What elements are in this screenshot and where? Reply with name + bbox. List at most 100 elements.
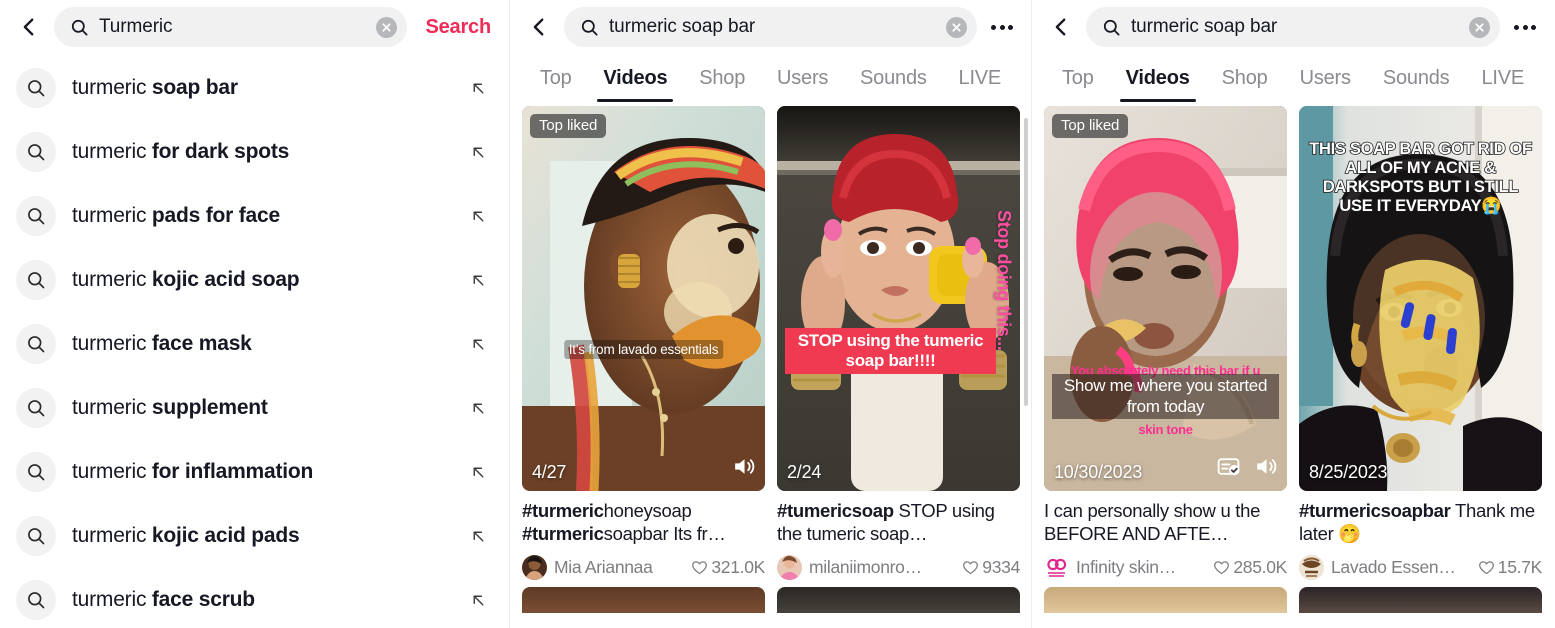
video-thumbnail[interactable] [1299,586,1542,613]
tab-live[interactable]: LIVE [1465,54,1540,106]
video-thumbnail[interactable]: THIS SOAP BAR GOT RID OF ALL OF MY ACNE … [1299,106,1542,491]
suggestion-row[interactable]: turmeric kojic acid pads [0,504,509,568]
suggestion-label: turmeric for dark spots [72,140,449,164]
tab-sounds[interactable]: Sounds [1367,54,1466,106]
tab-shop[interactable]: Shop [683,54,761,106]
more-dots-icon [1008,24,1013,30]
back-button[interactable] [1044,10,1078,44]
video-card[interactable]: Top liked It's from lavado essentials 4/… [522,106,765,580]
video-thumbnail[interactable] [777,586,1020,613]
suggestion-fill-button[interactable] [465,208,491,225]
suggestion-search-icon [16,196,56,236]
suggestion-row[interactable]: turmeric kojic acid soap [0,248,509,312]
tab-videos[interactable]: Videos [587,54,683,106]
suggestion-fill-button[interactable] [465,592,491,609]
more-dots-icon [1522,24,1528,30]
tab-users[interactable]: Users [1284,54,1367,106]
captions-icon[interactable] [1216,454,1241,484]
search-icon [28,144,45,161]
search-header: Turmeric Search [0,0,509,54]
search-icon [28,528,45,545]
top-liked-badge: Top liked [530,114,607,138]
like-count-value: 285.0K [1233,556,1287,577]
speaker-icon[interactable] [731,454,756,484]
avatar[interactable] [777,554,802,580]
arrow-up-left-icon [473,531,483,541]
heart-icon [692,560,708,574]
thumbnail-caption-overlay: Show me where you started from today [1052,374,1279,420]
tab-top[interactable]: Top [1046,54,1110,106]
suggestion-row[interactable]: turmeric for inflammation [0,440,509,504]
vertical-scrollbar[interactable] [1024,118,1028,406]
suggestion-list: turmeric soap bar turmeric for dark spots… [0,54,509,628]
tab-sounds[interactable]: Sounds [844,54,942,106]
tab-users[interactable]: Users [761,54,844,106]
suggestion-row[interactable]: turmeric supplement [0,376,509,440]
more-options-button[interactable] [1508,10,1542,44]
tab-videos[interactable]: Videos [1110,54,1206,106]
avatar[interactable] [522,554,547,580]
video-meta: milaniimonro… 9334 [777,554,1020,580]
video-author[interactable]: Infinity skin… [1076,557,1206,578]
suggestion-label: turmeric face scrub [72,588,449,612]
search-input[interactable]: turmeric soap bar [609,16,936,38]
suggestion-prefix: turmeric [72,524,152,547]
suggestion-fill-button[interactable] [465,528,491,545]
suggestion-row[interactable]: turmeric soap bar [0,56,509,120]
search-icon [28,400,45,417]
speaker-icon[interactable] [1253,454,1278,484]
suggestion-row[interactable]: turmeric for dark spots [0,120,509,184]
suggestion-fill-button[interactable] [465,144,491,161]
arrow-up-left-icon [473,403,483,413]
suggestion-fill-button[interactable] [465,464,491,481]
heart-icon [1478,560,1494,574]
video-thumbnail[interactable]: Stop doing this... STOP using the tumeri… [777,106,1020,491]
suggestion-row[interactable]: turmeric pads for face [0,184,509,248]
more-options-button[interactable] [985,10,1019,44]
video-date: 2/24 [787,462,822,482]
heart-icon [963,560,979,574]
tab-shop[interactable]: Shop [1206,54,1284,106]
avatar[interactable] [1299,554,1324,580]
search-input-container[interactable]: Turmeric [54,7,408,47]
tab-live[interactable]: LIVE [943,54,1017,106]
suggestion-search-icon [16,516,56,556]
video-card[interactable]: THIS SOAP BAR GOT RID OF ALL OF MY ACNE … [1299,106,1542,580]
video-thumbnail[interactable]: Top liked You absolutely need this bar i… [1044,106,1287,491]
clear-search-button[interactable] [946,16,967,38]
back-button[interactable] [522,10,556,44]
video-author[interactable]: Mia Ariannaa [554,557,684,578]
video-card[interactable]: Stop doing this... STOP using the tumeri… [777,106,1020,580]
suggestion-prefix: turmeric [72,396,152,419]
suggestion-fill-button[interactable] [465,272,491,289]
video-thumbnail[interactable] [522,586,765,613]
video-thumbnail[interactable] [1044,586,1287,613]
search-icon [28,80,45,97]
clear-search-button[interactable] [1469,16,1490,38]
suggestion-fill-button[interactable] [465,336,491,353]
video-author[interactable]: Lavado Essen… [1331,557,1471,578]
suggestion-match: kojic acid pads [151,524,300,547]
suggestion-search-icon [16,324,56,364]
clear-search-button[interactable] [376,16,398,38]
avatar[interactable] [1044,554,1069,580]
video-meta: Mia Ariannaa 321.0K [522,554,765,580]
suggestion-match: for inflammation [151,460,314,483]
tab-top[interactable]: Top [524,54,587,106]
suggestion-row[interactable]: turmeric face scrub [0,568,509,628]
back-button[interactable] [12,10,46,44]
search-input-container[interactable]: turmeric soap bar [1086,7,1500,47]
video-author[interactable]: milaniimonro… [809,557,955,578]
video-thumbnail[interactable]: Top liked It's from lavado essentials 4/… [522,106,765,491]
like-count-value: 9334 [982,556,1020,577]
suggestion-fill-button[interactable] [465,80,491,97]
search-input[interactable]: Turmeric [99,16,366,38]
video-card[interactable]: Top liked You absolutely need this bar i… [1044,106,1287,580]
suggestion-label: turmeric pads for face [72,204,449,228]
search-input[interactable]: turmeric soap bar [1131,16,1459,38]
suggestion-fill-button[interactable] [465,400,491,417]
search-submit-button[interactable]: Search [415,16,497,39]
suggestion-row[interactable]: turmeric face mask [0,312,509,376]
search-input-container[interactable]: turmeric soap bar [564,7,977,47]
arrow-up-left-icon [473,211,483,221]
